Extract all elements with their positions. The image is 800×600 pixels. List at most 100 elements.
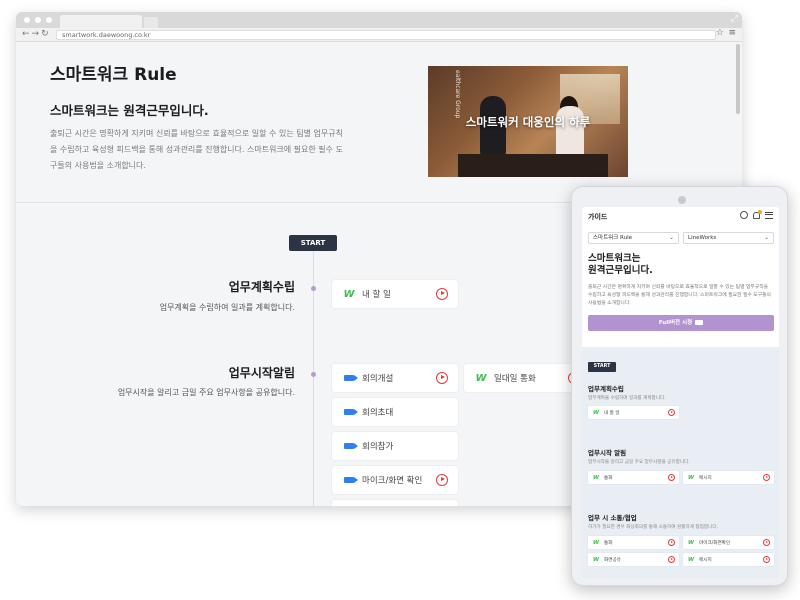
chevron-down-icon: ⌄ <box>668 234 674 241</box>
tablet-section-title: 업무시작 알림 <box>588 449 627 457</box>
full-version-label: Full버전 시청 <box>658 320 693 326</box>
page-subtitle: 스마트워크는 원격근무입니다. <box>50 103 209 118</box>
tool-label: 내 할 일 <box>362 290 391 300</box>
video-camera-icon <box>342 375 358 381</box>
help-icon[interactable] <box>740 211 748 219</box>
url-field[interactable]: smartwork.daewoong.co.kr <box>56 30 716 40</box>
play-icon[interactable] <box>668 539 675 546</box>
full-version-button[interactable]: Full버전 시청 <box>588 315 774 331</box>
play-icon[interactable] <box>763 539 770 546</box>
nav-buttons[interactable]: ←→↻ <box>22 29 51 39</box>
section-desc: 업무계획을 수립하여 일과를 계획합니다. <box>159 303 295 312</box>
tool-select[interactable]: LineWorks ⌄ <box>683 232 774 244</box>
tablet-header-icons <box>740 209 773 219</box>
hamburger-menu-icon[interactable] <box>765 211 773 219</box>
works-icon: W <box>593 539 600 546</box>
tablet-tool-label: 메시지 <box>699 475 712 481</box>
tablet-tool-item[interactable]: W 화면공유 <box>588 553 679 566</box>
bookmark-star-icon[interactable]: ☆ <box>716 28 724 38</box>
page-description: 출퇴근 시간은 명확하게 지키며 신뢰를 바탕으로 효율적으로 일할 수 있는 … <box>50 129 343 170</box>
video-camera-icon <box>342 409 358 415</box>
maximize-window-dot[interactable] <box>46 17 52 23</box>
tablet-description: 출퇴근 시간은 명확하게 지키며 신뢰를 바탕으로 효율적으로 일할 수 있는 … <box>588 285 771 306</box>
fullscreen-icon[interactable]: ⤢ <box>731 14 738 24</box>
tablet-tool-item[interactable]: W 메시지 <box>683 471 774 484</box>
tablet-screen: 가이드 스마트워크 Rule ⌄ LineWorks ⌄ 스마트워크는 원격근무… <box>582 207 779 579</box>
hero-photo-table <box>458 154 608 177</box>
hero-caption: 스마트워커 대웅인의 하루 <box>465 115 591 129</box>
tablet-heading-line: 스마트워크는 <box>588 253 641 264</box>
timeline-dot <box>311 286 316 291</box>
hero-video-thumbnail[interactable]: ealthcare Group 스마트워커 대웅인의 하루 <box>428 66 628 177</box>
works-icon: W <box>343 288 355 300</box>
chevron-down-icon: ⌄ <box>763 234 769 241</box>
mockup-stage: ⤢ ←→↻ smartwork.daewoong.co.kr ☆ ≡ 스마트워크… <box>0 0 800 600</box>
tablet-camera <box>678 196 686 204</box>
tablet-section-title: 업무 시 소통/협업 <box>588 514 637 522</box>
video-camera-icon <box>342 443 358 449</box>
tablet-section-desc: 업무계획을 수립하여 일과를 계획합니다. <box>588 396 666 401</box>
works-icon: W <box>688 556 695 563</box>
tool-label: 회의초대 <box>362 408 394 418</box>
works-icon: W <box>593 556 600 563</box>
tablet-header-title: 가이드 <box>588 213 608 221</box>
scrollbar[interactable] <box>736 44 740 114</box>
tool-label: 마이크/화면 확인 <box>362 476 423 486</box>
tool-item-meeting-open[interactable]: 회의개설 <box>332 364 458 392</box>
section-desc: 업무시작을 알리고 금일 주요 업무사항을 공유합니다. <box>117 388 295 397</box>
tablet-tool-item[interactable]: W 메시지 <box>683 553 774 566</box>
section-title: 업무계획수립 <box>228 280 295 294</box>
play-icon[interactable] <box>763 556 770 563</box>
tool-item-mic-screen-check[interactable]: 마이크/화면 확인 <box>332 466 458 494</box>
works-icon: W <box>593 474 600 481</box>
video-camera-icon <box>342 477 358 483</box>
timeline-dot <box>311 372 316 377</box>
minimize-window-dot[interactable] <box>35 17 41 23</box>
window-controls <box>24 17 52 23</box>
play-icon[interactable] <box>436 474 448 486</box>
tool-label: 회의개설 <box>362 374 394 384</box>
tool-item-partial[interactable] <box>332 500 458 506</box>
tablet-guide-body: START 업무계획수립 업무계획을 수립하여 일과를 계획합니다. W 내 할… <box>582 347 779 579</box>
works-icon: W <box>688 539 695 546</box>
play-icon[interactable] <box>668 474 675 481</box>
tablet-device: 가이드 스마트워크 Rule ⌄ LineWorks ⌄ 스마트워크는 원격근무… <box>571 186 788 586</box>
tablet-heading-line: 원격근무입니다. <box>588 265 653 276</box>
new-tab-button[interactable] <box>144 17 158 28</box>
tool-item-meeting-invite[interactable]: 회의초대 <box>332 398 458 426</box>
video-icon <box>695 320 704 325</box>
browser-tab-bar: ⤢ <box>16 12 742 28</box>
hero-side-text: ealthcare Group <box>454 70 461 119</box>
notification-bell-icon[interactable] <box>753 209 762 219</box>
tablet-tool-item[interactable]: W 내 할 일 <box>588 406 679 419</box>
tablet-section-desc: 허가가 필요한 경우 화상회의를 통해 소통하여 원활하게 협업합니다. <box>588 525 719 530</box>
browser-menu-icon[interactable]: ≡ <box>728 28 736 38</box>
start-badge: START <box>289 235 337 251</box>
tool-item-todo[interactable]: W 내 할 일 <box>332 280 458 308</box>
tablet-header: 가이드 <box>582 207 779 227</box>
tool-item-meeting-join[interactable]: 회의참가 <box>332 432 458 460</box>
address-bar: ←→↻ smartwork.daewoong.co.kr ☆ ≡ <box>16 28 742 42</box>
tablet-tool-label: 화면공유 <box>604 557 621 563</box>
tablet-tool-label: 마이크/화면확인 <box>699 540 731 546</box>
tablet-tool-item[interactable]: W 통화 <box>588 471 679 484</box>
play-icon[interactable] <box>668 556 675 563</box>
close-window-dot[interactable] <box>24 17 30 23</box>
works-icon: W <box>475 372 487 384</box>
tablet-heading: 스마트워크는 원격근무입니다. <box>588 253 773 277</box>
tablet-section-title: 업무계획수립 <box>588 385 624 393</box>
tablet-start-badge: START <box>588 362 616 372</box>
tablet-tool-label: 통화 <box>604 540 613 546</box>
category-select[interactable]: 스마트워크 Rule ⌄ <box>588 232 679 244</box>
play-icon[interactable] <box>436 288 448 300</box>
play-icon[interactable] <box>763 474 770 481</box>
tablet-tool-item[interactable]: W 마이크/화면확인 <box>683 536 774 549</box>
section-title: 업무시작알림 <box>228 366 295 380</box>
play-icon[interactable] <box>668 409 675 416</box>
tablet-tool-item[interactable]: W 통화 <box>588 536 679 549</box>
browser-tab-active[interactable] <box>60 15 142 28</box>
play-icon[interactable] <box>436 372 448 384</box>
works-icon: W <box>688 474 695 481</box>
works-icon: W <box>593 409 600 416</box>
tool-select-value: LineWorks <box>688 235 717 241</box>
